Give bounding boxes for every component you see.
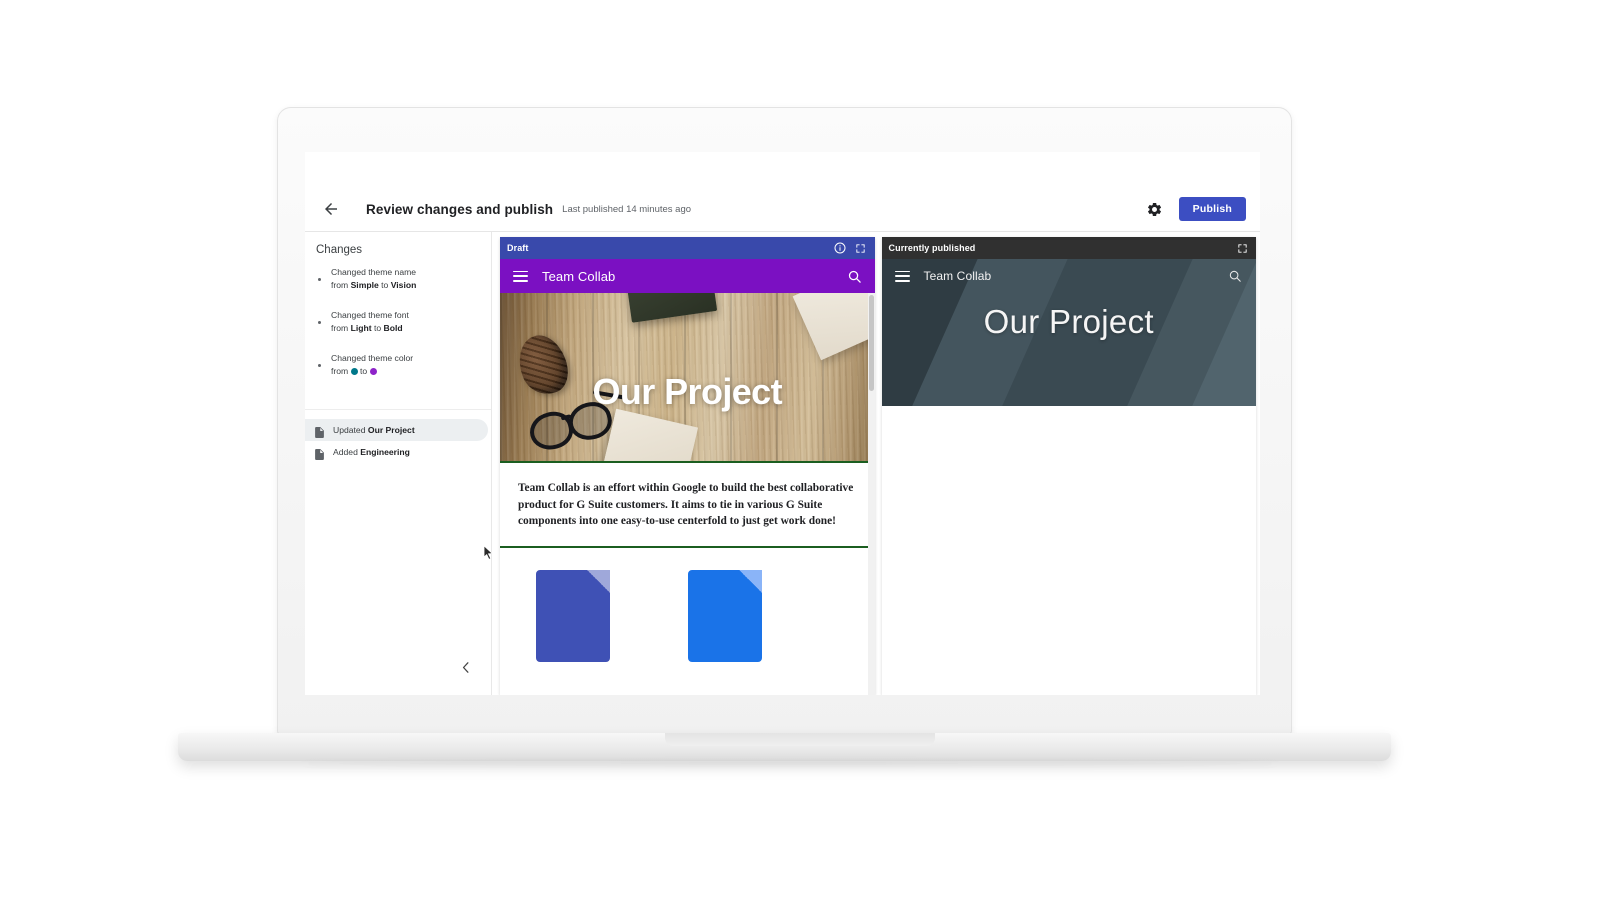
publish-button[interactable]: Publish — [1178, 197, 1246, 221]
draft-site-topbar: Team Collab — [500, 259, 875, 293]
change-to-value: Vision — [390, 280, 417, 290]
laptop-shadow — [300, 761, 1280, 766]
preview-panes: Draft Team Collab Our Project Team Colla… — [492, 232, 1260, 695]
scrollbar-thumb[interactable] — [868, 295, 874, 391]
change-to-value: Bold — [383, 323, 403, 333]
page-title: Review changes and publish — [366, 201, 554, 217]
document-icon — [315, 447, 324, 460]
bullet-icon — [318, 320, 321, 324]
published-site-topbar: Team Collab — [882, 259, 1257, 293]
draft-hero-title: Our Project — [592, 371, 783, 412]
document-icon — [315, 425, 324, 438]
draft-file-cards — [500, 548, 875, 662]
published-hero-image: Team Collab Our Project — [881, 259, 1257, 406]
change-to-label: to — [371, 323, 384, 333]
sidebar-item-label: Added — [333, 447, 361, 457]
sidebar-item-label: Updated — [333, 425, 368, 435]
hamburger-menu-icon[interactable] — [894, 270, 910, 282]
sidebar-item-added-engineering[interactable]: Added Engineering — [305, 441, 488, 463]
published-hero-title: Our Project — [983, 303, 1154, 340]
published-pane-bar: Currently published — [881, 237, 1256, 259]
draft-hero-image: Our Project — [500, 293, 875, 463]
hamburger-menu-icon[interactable] — [513, 270, 528, 282]
change-text: Changed theme font — [331, 310, 409, 320]
search-icon[interactable] — [1228, 269, 1243, 284]
published-pane-title: Currently published — [888, 243, 976, 253]
color-swatch-to — [369, 368, 377, 375]
change-item: Changed theme name from Simple to Vision — [311, 266, 485, 292]
draft-body-section: Team Collab is an effort within Google t… — [500, 463, 875, 548]
laptop-notch — [665, 733, 935, 746]
changed-pages-list: Updated Our Project Added Engineering — [305, 410, 491, 463]
fullscreen-icon[interactable] — [1235, 241, 1249, 255]
last-published-status: Last published 14 minutes ago — [562, 203, 692, 215]
chevron-left-icon[interactable] — [457, 659, 473, 675]
color-swatch-from — [350, 368, 358, 375]
change-to-label: to — [357, 366, 370, 376]
app-body: Changes Changed theme name from Simple t… — [305, 232, 1260, 695]
change-item: Changed theme color from to — [311, 352, 485, 378]
published-site-name: Team Collab — [923, 269, 992, 283]
info-icon[interactable] — [833, 241, 847, 255]
bullet-icon — [318, 277, 321, 281]
google-docs-file-icon[interactable] — [688, 569, 762, 662]
published-site-preview: Team Collab Our Project — [881, 259, 1257, 695]
back-arrow-icon[interactable] — [319, 197, 343, 221]
changes-list: Changed theme name from Simple to Vision… — [305, 256, 491, 410]
draft-pane-bar: Draft — [500, 237, 875, 259]
change-to-label: to — [378, 280, 391, 290]
bullet-icon — [318, 363, 321, 367]
change-from-label: from — [331, 366, 351, 376]
changes-heading: Changes — [316, 244, 363, 256]
draft-site-preview: Team Collab Our Project Team Collab is a… — [500, 259, 875, 695]
change-item: Changed theme font from Light to Bold — [311, 309, 485, 335]
sidebar-item-page: Our Project — [367, 425, 415, 435]
search-icon[interactable] — [847, 269, 862, 284]
draft-body-text: Team Collab is an effort within Google t… — [518, 482, 854, 527]
change-text: Changed theme name — [331, 267, 417, 277]
app-header: Review changes and publish Last publishe… — [305, 152, 1260, 232]
sidebar-item-updated-our-project[interactable]: Updated Our Project — [305, 419, 488, 441]
change-text: Changed theme color — [331, 353, 414, 363]
change-from-label: from — [331, 280, 351, 290]
laptop-mockup: Review changes and publish Last publishe… — [0, 0, 1600, 900]
app-screen: Review changes and publish Last publishe… — [305, 152, 1260, 695]
draft-pane-title: Draft — [507, 243, 529, 253]
google-docs-file-icon[interactable] — [536, 569, 610, 662]
draft-scrollbar[interactable] — [867, 293, 875, 695]
change-from-value: Simple — [350, 280, 379, 290]
sidebar-item-page: Engineering — [360, 447, 410, 457]
change-from-value: Light — [350, 323, 372, 333]
change-from-label: from — [331, 323, 351, 333]
changes-sidebar: Changes Changed theme name from Simple t… — [305, 232, 492, 695]
draft-site-name: Team Collab — [542, 268, 616, 284]
gear-icon[interactable] — [1145, 199, 1165, 219]
draft-preview-pane: Draft Team Collab Our Project Team Colla… — [500, 237, 875, 695]
published-preview-pane: Currently published Team Collab Our Proj… — [881, 237, 1257, 695]
fullscreen-icon[interactable] — [854, 241, 868, 255]
mouse-cursor — [483, 545, 494, 561]
